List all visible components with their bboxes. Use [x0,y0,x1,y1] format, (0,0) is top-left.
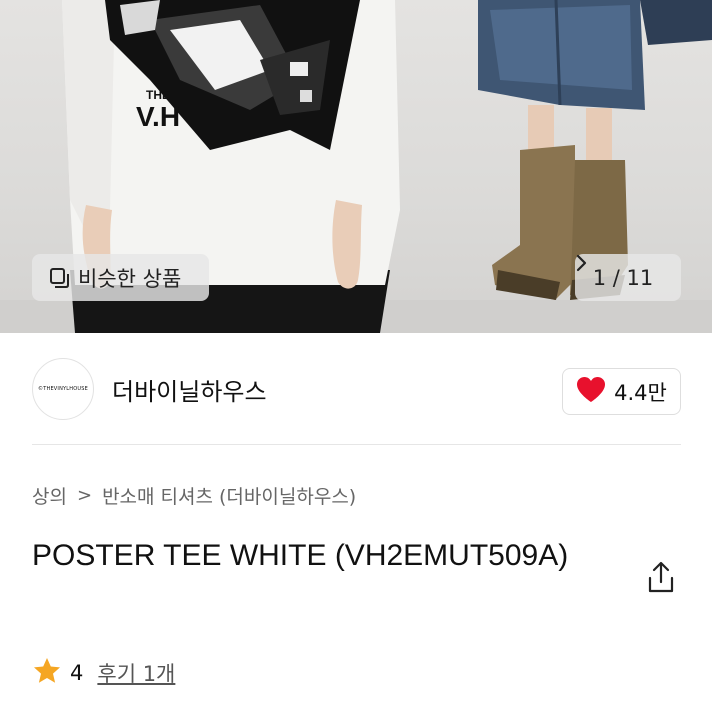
shop-row: ©THEVINYLHOUSE 더바이닐하우스 4.4만 [0,333,712,445]
similar-products-label: 비슷한 상품 [78,266,182,291]
heart-icon [576,376,606,407]
rating: 4 후기 1개 [32,656,175,690]
star-icon [32,656,62,690]
shirt-print-big: V.H [135,101,181,132]
shop-name[interactable]: 더바이닐하우스 [112,372,267,407]
shirt-print-small: THE [146,88,170,102]
shirt-print: THE V.H [128,88,188,132]
breadcrumb-item-subcategory[interactable]: 반소매 티셔츠 (더바이닐하우스) [102,482,356,509]
shop-logo-text: ©THEVINYLHOUSE [38,386,88,392]
review-link[interactable]: 후기 1개 [97,658,175,688]
rating-value: 4 [70,661,84,685]
breadcrumb: 상의 > 반소매 티셔츠 (더바이닐하우스) [32,482,356,509]
like-button[interactable]: 4.4만 [562,368,681,415]
similar-products-icon [48,267,70,289]
share-icon [643,561,679,600]
gallery-counter: 1 / 11 [592,265,654,290]
breadcrumb-item-category[interactable]: 상의 [32,482,67,509]
shop-logo[interactable]: ©THEVINYLHOUSE [32,358,94,420]
product-image-gallery[interactable]: THE V.H 비슷한 상품 1 / 11 [0,0,712,333]
gallery-counter-button[interactable]: 1 / 11 [575,254,681,301]
divider [32,444,681,445]
product-title: POSTER TEE WHITE (VH2EMUT509A) [32,539,569,572]
share-button[interactable] [643,560,679,596]
similar-products-button[interactable]: 비슷한 상품 [32,254,209,301]
like-count: 4.4만 [614,380,667,405]
breadcrumb-separator: > [76,485,93,506]
